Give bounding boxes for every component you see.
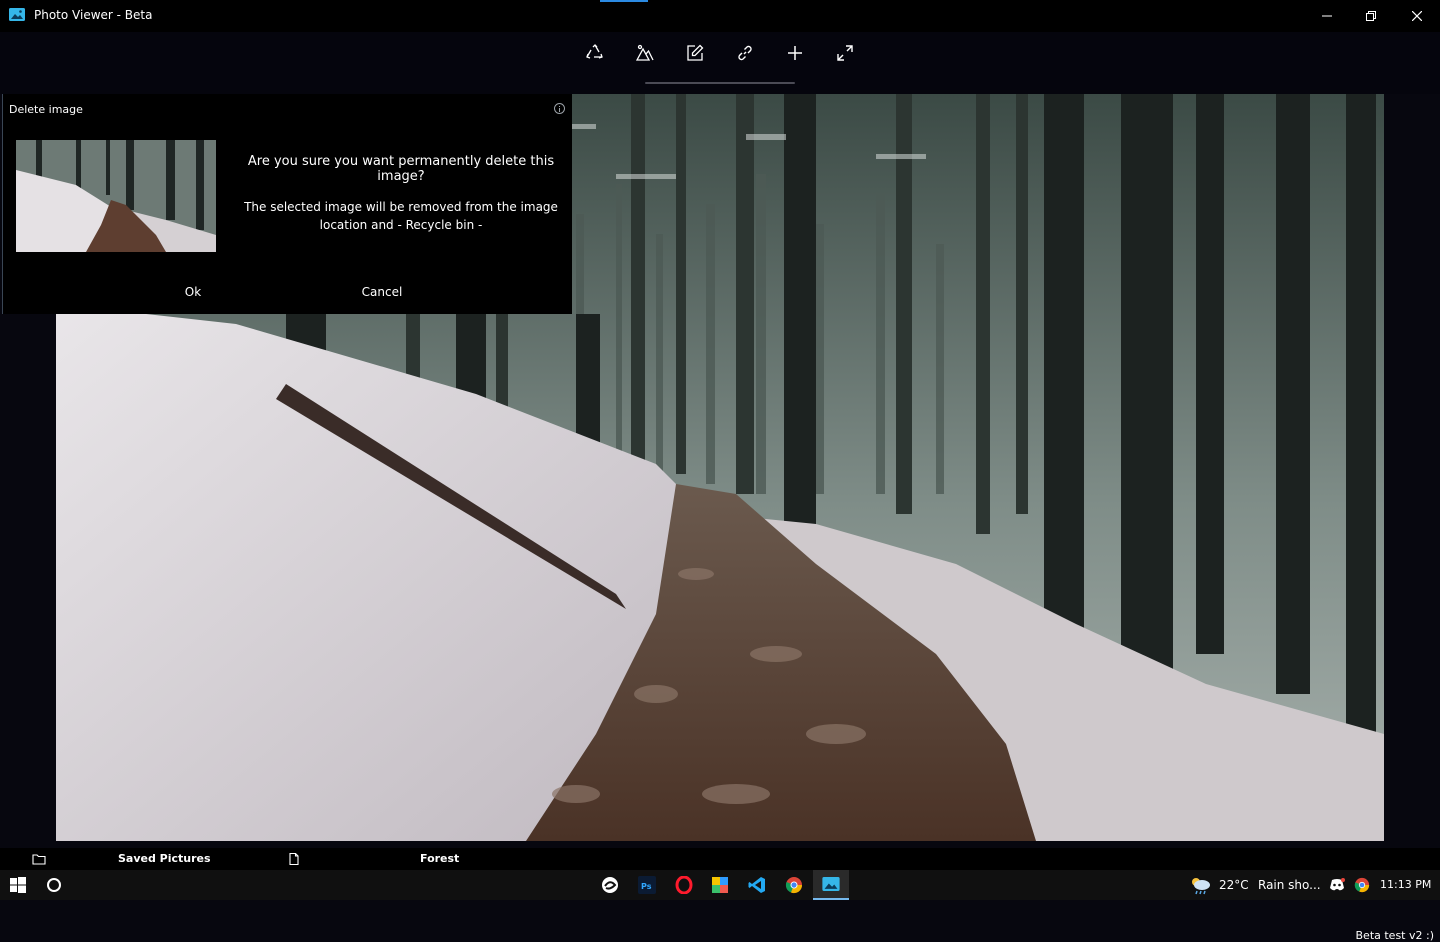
weather-condition[interactable]: Rain sho... xyxy=(1258,878,1321,892)
vscode-icon xyxy=(748,877,765,893)
svg-text:Ps: Ps xyxy=(641,882,652,891)
tray-chrome-icon[interactable] xyxy=(1354,877,1370,893)
link-icon xyxy=(738,45,752,61)
weather-temperature[interactable]: 22°C xyxy=(1219,878,1249,892)
folder-icon[interactable] xyxy=(32,853,46,865)
windows-taskbar: Ps 22°C Rain sho... 11:13 PM xyxy=(0,870,1440,900)
sticky-app-icon xyxy=(712,877,728,893)
delete-image-dialog: Delete image Are you sure you want perma… xyxy=(2,94,572,314)
taskbar-app-photo-viewer[interactable] xyxy=(813,870,849,900)
image-toolbar xyxy=(0,32,1440,94)
add-button[interactable] xyxy=(778,36,812,70)
image-mountain-icon xyxy=(636,44,654,61)
discord-icon[interactable] xyxy=(1329,878,1345,892)
fullscreen-button[interactable] xyxy=(828,36,862,70)
dialog-detail-line1: The selected image will be removed from … xyxy=(244,200,558,214)
edit-button[interactable] xyxy=(678,36,712,70)
minimize-icon xyxy=(1322,15,1332,17)
windows-start-icon xyxy=(10,877,26,893)
photoshop-icon: Ps xyxy=(638,876,656,894)
recycle-button[interactable] xyxy=(578,36,612,70)
dialog-question: Are you sure you want permanently delete… xyxy=(247,154,555,184)
recycle-icon xyxy=(586,44,603,59)
image-info-bar: Saved Pictures Forest xyxy=(0,848,1440,870)
version-label: Beta test v2 :) xyxy=(1355,929,1435,942)
taskbar-app-sticky[interactable] xyxy=(702,870,738,900)
image-edit-mountain-button[interactable] xyxy=(628,36,662,70)
edit-icon xyxy=(687,44,704,61)
photo-viewer-icon xyxy=(822,877,840,891)
cortana-button[interactable] xyxy=(36,870,72,900)
chrome-icon xyxy=(785,877,803,894)
dialog-title: Delete image xyxy=(9,103,83,116)
taskbar-app-vscode[interactable] xyxy=(739,870,775,900)
taskbar-app-opera[interactable] xyxy=(666,870,702,900)
file-icon[interactable] xyxy=(287,853,301,865)
restore-icon xyxy=(1366,11,1376,21)
cancel-button[interactable]: Cancel xyxy=(318,275,446,309)
taskbar-app-photoshop[interactable]: Ps xyxy=(629,870,665,900)
fullscreen-icon xyxy=(837,45,853,61)
dialog-detail: The selected image will be removed from … xyxy=(243,198,559,234)
title-bar: Photo Viewer - Beta xyxy=(0,0,1440,32)
folder-name[interactable]: Saved Pictures xyxy=(118,852,211,865)
close-icon xyxy=(1412,11,1422,21)
start-button[interactable] xyxy=(0,870,36,900)
restore-button[interactable] xyxy=(1348,0,1394,32)
file-name[interactable]: Forest xyxy=(420,852,459,865)
ok-button[interactable]: Ok xyxy=(129,275,257,309)
cortana-icon xyxy=(47,878,61,892)
weather-rain-icon[interactable] xyxy=(1188,875,1212,895)
toolbar-indicator xyxy=(645,82,795,84)
dialog-image-thumbnail xyxy=(16,140,216,252)
photo-viewer-app-icon xyxy=(9,8,25,21)
taskbar-app-wacom[interactable] xyxy=(592,870,628,900)
dialog-detail-line2: location and - Recycle bin - xyxy=(319,218,483,232)
minimize-button[interactable] xyxy=(1304,0,1350,32)
taskbar-app-chrome[interactable] xyxy=(776,870,812,900)
clock[interactable]: 11:13 PM xyxy=(1380,878,1431,891)
window-title: Photo Viewer - Beta xyxy=(34,8,153,22)
opera-icon xyxy=(675,876,693,894)
add-icon xyxy=(788,46,802,60)
close-button[interactable] xyxy=(1394,0,1440,32)
link-button[interactable] xyxy=(728,36,762,70)
title-accent-line xyxy=(600,0,648,2)
wacom-icon xyxy=(602,877,618,893)
info-icon[interactable] xyxy=(554,103,565,114)
